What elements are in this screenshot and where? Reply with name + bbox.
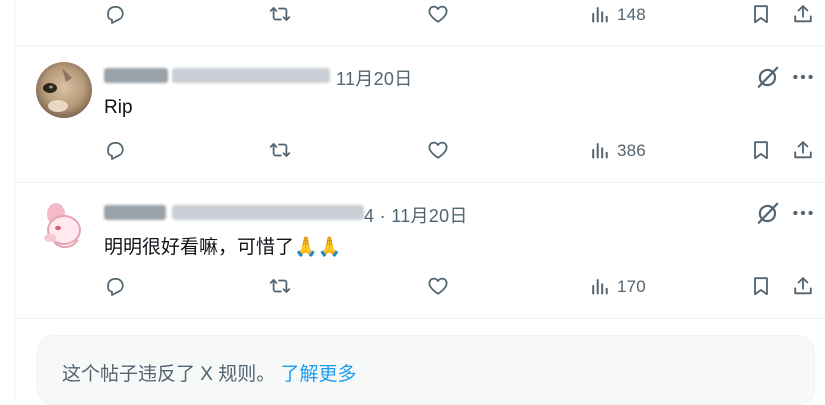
like-icon (427, 275, 449, 297)
date-text: 11月20日 (391, 206, 468, 226)
like-icon (427, 139, 449, 161)
bookmark-button[interactable] (750, 3, 772, 25)
bookmark-icon (750, 275, 772, 297)
more-icon (790, 200, 816, 226)
views-icon (589, 4, 611, 26)
tweet-date[interactable]: 11月20日 (336, 65, 413, 91)
share-button[interactable] (792, 3, 814, 25)
retweet-icon (269, 139, 291, 161)
tweet-text: 明明很好看嘛，可惜了🙏🙏 (104, 232, 341, 259)
grok-icon (755, 64, 781, 90)
reply-button[interactable] (104, 3, 126, 25)
tweet-text-body: 明明很好看嘛，可惜了 (104, 237, 295, 258)
retweet-button[interactable] (269, 139, 291, 161)
notice-message: 这个帖子违反了 X 规则。 (62, 364, 276, 385)
more-icon (790, 64, 816, 90)
share-button[interactable] (792, 275, 814, 297)
share-icon (792, 3, 814, 25)
avatar[interactable] (36, 62, 92, 118)
bookmark-button[interactable] (750, 139, 772, 161)
bookmark-icon (750, 3, 772, 25)
like-button[interactable] (427, 275, 449, 297)
views-icon (589, 276, 611, 298)
tweet-text: Rip (104, 97, 133, 118)
retweet-icon (269, 275, 291, 297)
handle-tail: 4 · (364, 206, 392, 226)
views-button[interactable]: 170 (589, 276, 646, 298)
like-icon (427, 3, 449, 25)
views-button[interactable]: 386 (589, 140, 646, 162)
views-count: 170 (617, 277, 646, 296)
divider (15, 45, 825, 46)
timeline-left-border (14, 0, 15, 400)
reply-icon (104, 275, 126, 297)
reply-icon (104, 3, 126, 25)
more-button[interactable] (790, 64, 816, 90)
views-button[interactable]: 148 (589, 4, 646, 26)
rule-violation-notice: 这个帖子违反了 X 规则。 了解更多 (37, 335, 815, 405)
bookmark-button[interactable] (750, 275, 772, 297)
bookmark-icon (750, 139, 772, 161)
tweet-date[interactable]: 4 · 11月20日 (364, 202, 468, 228)
share-button[interactable] (792, 139, 814, 161)
notice-text: 这个帖子违反了 X 规则。 了解更多 (62, 359, 357, 386)
retweet-button[interactable] (269, 3, 291, 25)
avatar[interactable] (36, 198, 92, 254)
divider (15, 182, 825, 183)
learn-more-link[interactable]: 了解更多 (281, 364, 357, 385)
folded-hands-emoji: 🙏🙏 (294, 236, 342, 258)
grok-button[interactable] (755, 64, 781, 90)
reply-icon (104, 139, 126, 161)
like-button[interactable] (427, 3, 449, 25)
more-button[interactable] (790, 200, 816, 226)
grok-icon (755, 200, 781, 226)
views-count: 148 (617, 5, 646, 24)
reply-button[interactable] (104, 275, 126, 297)
grok-button[interactable] (755, 200, 781, 226)
views-count: 386 (617, 141, 646, 160)
retweet-button[interactable] (269, 275, 291, 297)
reply-button[interactable] (104, 139, 126, 161)
share-icon (792, 275, 814, 297)
share-icon (792, 139, 814, 161)
retweet-icon (269, 3, 291, 25)
divider (15, 318, 825, 319)
like-button[interactable] (427, 139, 449, 161)
views-icon (589, 140, 611, 162)
